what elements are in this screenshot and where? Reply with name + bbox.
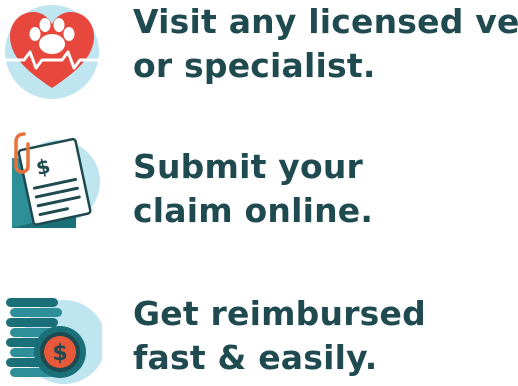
paw-heart-icon bbox=[2, 2, 102, 106]
step-3-line-1: Get reimbursed bbox=[133, 294, 426, 333]
pet-insurance-steps: Visit any licensed vet or specialist. $ bbox=[0, 0, 518, 386]
step-1-line-2: or specialist. bbox=[133, 46, 376, 85]
step-get-reimbursed: $ Get reimbursed fast & easily. bbox=[0, 292, 518, 386]
claim-document-icon: $ bbox=[2, 128, 102, 236]
step-1-line-1: Visit any licensed vet bbox=[133, 2, 518, 41]
step-submit-claim: $ Submit your claim online. bbox=[0, 128, 518, 238]
step-3-line-2: fast & easily. bbox=[133, 338, 378, 377]
step-2-line-1: Submit your bbox=[133, 147, 363, 186]
coin-stack-icon: $ bbox=[2, 292, 106, 386]
step-visit-vet: Visit any licensed vet or specialist. bbox=[0, 0, 518, 110]
step-submit-claim-text: Submit your claim online. bbox=[133, 145, 373, 233]
step-2-line-2: claim online. bbox=[133, 191, 374, 230]
coin-dollar-sign: $ bbox=[52, 341, 67, 366]
step-get-reimbursed-text: Get reimbursed fast & easily. bbox=[133, 292, 426, 380]
step-visit-vet-text: Visit any licensed vet or specialist. bbox=[133, 0, 518, 88]
